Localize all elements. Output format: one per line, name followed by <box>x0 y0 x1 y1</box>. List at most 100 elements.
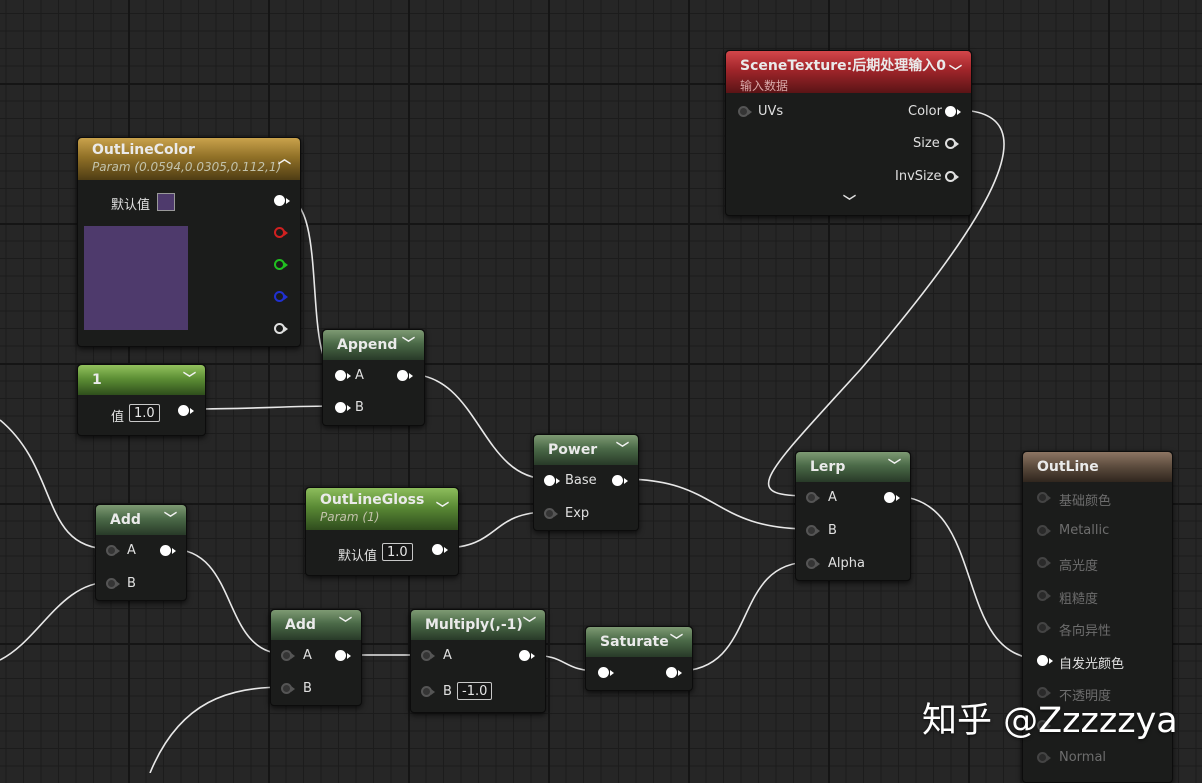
node-power[interactable]: Power ﹀ Base Exp <box>533 434 639 531</box>
chevron-down-icon[interactable]: ﹀ <box>164 505 177 535</box>
node-outline-gloss[interactable]: OutLineGloss Param (1) ﹀ 默认值 1.0 <box>305 487 459 576</box>
chevron-up-icon[interactable]: ︿ <box>278 148 291 167</box>
input-pin-alpha[interactable] <box>806 558 820 569</box>
output-label-color: Color <box>908 104 942 119</box>
input-label-emissive-color: 自发光颜色 <box>1059 657 1125 672</box>
chevron-down-icon[interactable]: ﹀ <box>888 452 901 482</box>
chevron-down-icon[interactable]: ﹀ <box>523 610 536 640</box>
input-pin-a[interactable] <box>106 545 120 556</box>
wire-offscreen-to-add1-a <box>0 419 111 550</box>
b-value-input[interactable]: -1.0 <box>457 682 493 700</box>
value-input[interactable]: 1.0 <box>129 404 160 422</box>
chevron-down-icon[interactable]: ﹀ <box>616 435 629 465</box>
node-header[interactable]: Lerp ﹀ <box>796 452 910 482</box>
output-pin[interactable] <box>335 650 351 661</box>
output-pin[interactable] <box>432 544 448 555</box>
value-input[interactable]: 1.0 <box>382 543 413 561</box>
node-add-1[interactable]: Add ﹀ A B <box>95 504 187 601</box>
input-label-b: B <box>355 400 364 415</box>
node-title: OutLineColor <box>92 142 195 158</box>
input-label-b: B <box>303 681 312 696</box>
input-pin-a[interactable] <box>421 650 435 661</box>
node-header[interactable]: Add ﹀ <box>96 505 186 535</box>
node-header[interactable]: OutLineGloss Param (1) ﹀ <box>306 488 458 530</box>
wire-add1-to-add2-a <box>170 548 286 655</box>
node-subtitle: 输入数据 <box>740 79 789 93</box>
node-add-2[interactable]: Add ﹀ A B <box>270 609 362 706</box>
input-pin-metallic[interactable] <box>1037 525 1051 536</box>
output-pin[interactable] <box>519 650 535 661</box>
chevron-down-icon[interactable]: ﹀ <box>183 365 196 395</box>
input-pin-anisotropy[interactable] <box>1037 622 1051 633</box>
default-value-label: 默认值 <box>338 549 378 564</box>
output-pin-b[interactable] <box>274 291 288 302</box>
input-pin-exp[interactable] <box>544 508 558 519</box>
output-pin[interactable] <box>884 492 900 503</box>
wire-append-to-power-base <box>407 373 549 480</box>
output-pin[interactable] <box>612 475 628 486</box>
input-pin-b[interactable] <box>281 683 295 694</box>
node-title: Multiply(,-1) <box>425 617 523 633</box>
input-pin-base-color[interactable] <box>1037 492 1051 503</box>
input-label-metallic: Metallic <box>1059 523 1110 538</box>
input-label-normal: Normal <box>1059 750 1107 765</box>
output-pin-size[interactable] <box>945 138 959 149</box>
node-scene-texture[interactable]: SceneTexture:后期处理输入0 输入数据 ﹀ UVs Color Si… <box>725 50 972 216</box>
node-lerp[interactable]: Lerp ﹀ A B Alpha <box>795 451 911 581</box>
node-header[interactable]: OutLineColor Param (0.0594,0.0305,0.112,… <box>78 138 300 180</box>
chevron-down-icon[interactable]: ﹀ <box>402 330 415 360</box>
input-pin-roughness[interactable] <box>1037 590 1051 601</box>
output-pin-g[interactable] <box>274 259 288 270</box>
output-pin[interactable] <box>666 667 682 678</box>
input-label-a: A <box>303 648 312 663</box>
node-header[interactable]: Append ﹀ <box>323 330 424 360</box>
output-pin-rgba[interactable] <box>274 195 290 206</box>
output-pin-color[interactable] <box>945 106 961 117</box>
output-pin[interactable] <box>397 370 413 381</box>
output-pin[interactable] <box>160 545 176 556</box>
output-pin-a[interactable] <box>274 323 288 334</box>
input-pin-b[interactable] <box>335 402 351 413</box>
input-label-base-color: 基础颜色 <box>1059 494 1112 509</box>
wire-const-to-append-b <box>189 405 341 410</box>
input-pin-emissive-color[interactable] <box>1037 655 1053 666</box>
node-header[interactable]: Power ﹀ <box>534 435 638 465</box>
node-header[interactable]: 1 ﹀ <box>78 365 205 395</box>
input-pin-a[interactable] <box>806 492 820 503</box>
node-header[interactable]: Multiply(,-1) ﹀ <box>411 610 545 640</box>
input-pin-b[interactable] <box>106 578 120 589</box>
input-pin-b[interactable] <box>806 525 820 536</box>
input-pin-normal[interactable] <box>1037 752 1051 763</box>
default-value-label: 默认值 <box>111 198 151 213</box>
output-pin-invsize[interactable] <box>945 171 959 182</box>
node-title: Append <box>337 337 398 353</box>
node-outline-color[interactable]: OutLineColor Param (0.0594,0.0305,0.112,… <box>77 137 301 347</box>
chevron-down-icon[interactable]: ﹀ <box>670 627 683 657</box>
node-constant[interactable]: 1 ﹀ 值 1.0 <box>77 364 206 436</box>
output-pin[interactable] <box>178 405 194 416</box>
node-header[interactable]: OutLine <box>1023 452 1172 482</box>
input-pin-uvs[interactable] <box>738 106 752 117</box>
input-pin-base[interactable] <box>544 475 560 486</box>
chevron-down-icon[interactable]: ﹀ <box>339 610 352 640</box>
wire-offscreen-to-add1-b <box>0 581 111 661</box>
input-pin[interactable] <box>598 667 614 678</box>
chevron-down-icon[interactable]: ﹀ <box>436 498 449 517</box>
node-header[interactable]: Saturate ﹀ <box>586 627 692 657</box>
chevron-down-icon[interactable]: ﹀ <box>949 61 962 80</box>
node-multiply[interactable]: Multiply(,-1) ﹀ A B -1.0 <box>410 609 546 713</box>
node-saturate[interactable]: Saturate ﹀ <box>585 626 693 691</box>
input-label-uvs: UVs <box>758 104 784 119</box>
input-pin-a[interactable] <box>281 650 295 661</box>
node-header[interactable]: Add ﹀ <box>271 610 361 640</box>
input-pin-a[interactable] <box>335 370 351 381</box>
input-pin-specular[interactable] <box>1037 557 1051 568</box>
input-label-a: A <box>828 490 837 505</box>
output-pin-r[interactable] <box>274 227 288 238</box>
color-swatch-small[interactable] <box>157 193 175 211</box>
node-header[interactable]: SceneTexture:后期处理输入0 输入数据 ﹀ <box>726 51 971 93</box>
wire-power-to-lerp-b <box>622 478 811 530</box>
node-append[interactable]: Append ﹀ A B <box>322 329 425 426</box>
expand-chevron-icon[interactable]: ﹀ <box>843 191 856 210</box>
input-pin-b[interactable] <box>421 686 435 697</box>
